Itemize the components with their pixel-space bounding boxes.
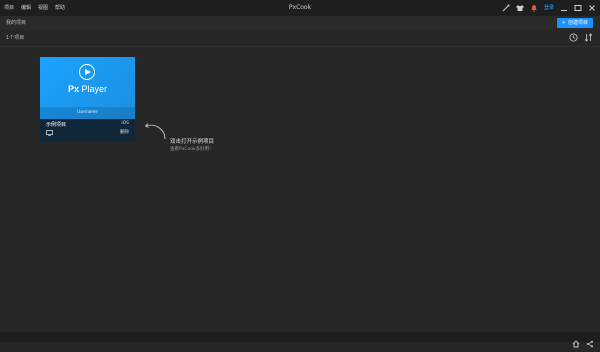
shirt-icon[interactable] (515, 4, 524, 12)
create-project-label: 创建项目 (567, 20, 588, 26)
share-icon[interactable] (586, 333, 594, 352)
header-divider (0, 46, 600, 47)
card-delete-button[interactable]: 删除 (120, 129, 129, 135)
close-icon[interactable] (588, 4, 596, 12)
login-link[interactable]: 登录 (544, 0, 554, 16)
project-count: 1个项目 (6, 35, 25, 41)
card-info: 示例项目 iOS 删除 (40, 119, 135, 141)
hint-subtitle: 查看PxCook多好用! (170, 147, 211, 152)
sub-header: 我的项目 + 创建项目 (0, 16, 600, 30)
card-title: 示例项目 (46, 122, 67, 128)
status-actions (572, 333, 594, 352)
hint-title: 双击打开示例项目 (170, 139, 215, 145)
card-app-name: Px Player (67, 84, 108, 94)
titlebar-actions: 登录 (502, 0, 596, 16)
project-toolbar: 1个项目 (0, 30, 600, 46)
card-platform: iOS (121, 121, 129, 126)
minimize-icon[interactable] (560, 4, 568, 12)
status-bar (0, 332, 600, 348)
card-thumbnail[interactable]: Px Player Username (40, 57, 135, 119)
monitor-icon (46, 130, 53, 138)
my-projects-label: 我的项目 (6, 20, 27, 26)
play-icon (79, 64, 95, 80)
brush-icon[interactable] (502, 4, 510, 12)
title-bar: 项目 编辑 视图 帮助 PxCook 登录 (0, 0, 600, 16)
project-card[interactable]: Px Player Username 示例项目 iOS 删除 (40, 57, 135, 141)
card-author: Username (77, 109, 98, 114)
create-project-button[interactable]: + 创建项目 (556, 18, 593, 28)
hint-arrow-icon (144, 123, 166, 140)
home-icon[interactable] (572, 333, 580, 352)
maximize-icon[interactable] (574, 4, 582, 12)
plus-icon: + (561, 20, 566, 26)
bell-icon[interactable] (530, 4, 538, 12)
